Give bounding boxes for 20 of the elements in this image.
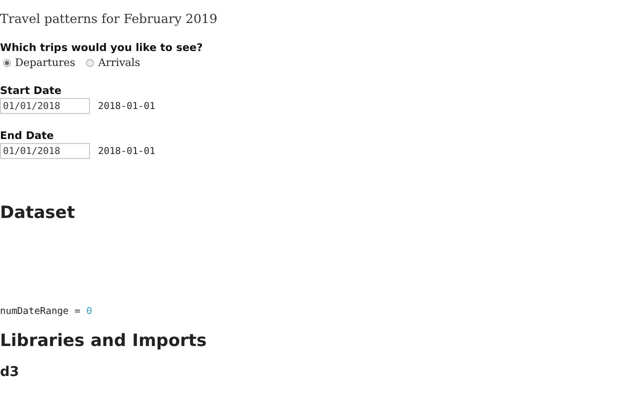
operator: =	[74, 306, 80, 317]
radio-option[interactable]: Arrivals	[83, 57, 140, 69]
variable-name: numDateRange	[0, 306, 69, 317]
radio-label: Arrivals	[98, 57, 140, 69]
date-input-field[interactable]: 01/01/2018	[0, 143, 90, 159]
question-label: Which trips would you like to see?	[0, 42, 204, 54]
date-input-field[interactable]: 01/01/2018	[0, 98, 90, 114]
field-label: End Date	[0, 130, 55, 142]
section-heading: Dataset	[0, 203, 76, 223]
date-value: 2018-01-01	[98, 100, 156, 112]
radio-label: Departures	[15, 57, 76, 69]
radio-icon[interactable]	[3, 59, 11, 67]
radio-icon[interactable]	[86, 59, 94, 67]
subsection-heading: d3	[0, 364, 20, 380]
section-heading: Libraries and Imports	[0, 331, 208, 351]
radio-option[interactable]: Departures	[0, 57, 76, 69]
page-title: Travel patterns for February 2019	[0, 11, 218, 26]
field-label: Start Date	[0, 85, 62, 97]
date-value: 2018-01-01	[98, 146, 156, 156]
number-value: 0	[86, 306, 92, 317]
